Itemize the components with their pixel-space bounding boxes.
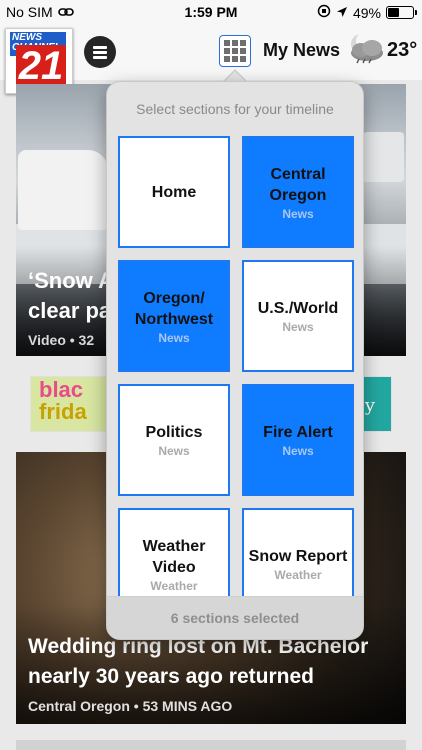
location-arrow-icon: [336, 5, 348, 21]
menu-button[interactable]: [84, 36, 116, 68]
story-title: ‘Snow A clear pa: [28, 268, 114, 323]
section-picker-popover: Select sections for your timeline Home C…: [106, 81, 364, 640]
section-tile-weather-video[interactable]: Weather Video Weather: [118, 508, 230, 598]
rotation-lock-icon: [317, 4, 331, 21]
logo-number: 21: [16, 45, 66, 87]
ad-text-left: blac frida: [39, 377, 87, 424]
selected-count: 6 sections selected: [107, 596, 363, 639]
story-image: [18, 150, 108, 230]
sections-grid-button[interactable]: [219, 35, 251, 67]
my-news-button[interactable]: My News: [263, 40, 340, 61]
temperature: 23°: [387, 39, 418, 61]
battery-icon: [386, 6, 417, 19]
story-meta: Video • 32: [28, 332, 95, 348]
story-meta: Central Oregon • 53 MINS AGO: [28, 698, 233, 714]
popover-title: Select sections for your timeline: [136, 101, 334, 117]
section-tile-politics[interactable]: Politics News: [118, 384, 230, 496]
status-bar: No SIM 1:59 PM 49%: [0, 0, 422, 24]
section-tile-snow-report[interactable]: Snow Report Weather: [242, 508, 354, 598]
section-tile-oregon-northwest[interactable]: Oregon/ Northwest News: [118, 260, 230, 372]
next-story-card[interactable]: [16, 740, 406, 750]
section-tile-central-oregon[interactable]: Central Oregon News: [242, 136, 354, 248]
weather-widget[interactable]: 23°: [347, 31, 419, 71]
app-header: NEWS CHANNEL 21 My News 23°: [0, 24, 422, 94]
section-tile-fire-alert[interactable]: Fire Alert News: [242, 384, 354, 496]
battery-percent: 49%: [352, 4, 381, 21]
story-title: Wedding ring lost on Mt. Bachelor nearly…: [28, 635, 369, 688]
section-tile-us-world[interactable]: U.S./World News: [242, 260, 354, 372]
section-tile-grid[interactable]: Home Central Oregon News Oregon/ Northwe…: [107, 136, 363, 598]
battery-level: [388, 8, 399, 17]
section-tile-home[interactable]: Home: [118, 136, 230, 248]
